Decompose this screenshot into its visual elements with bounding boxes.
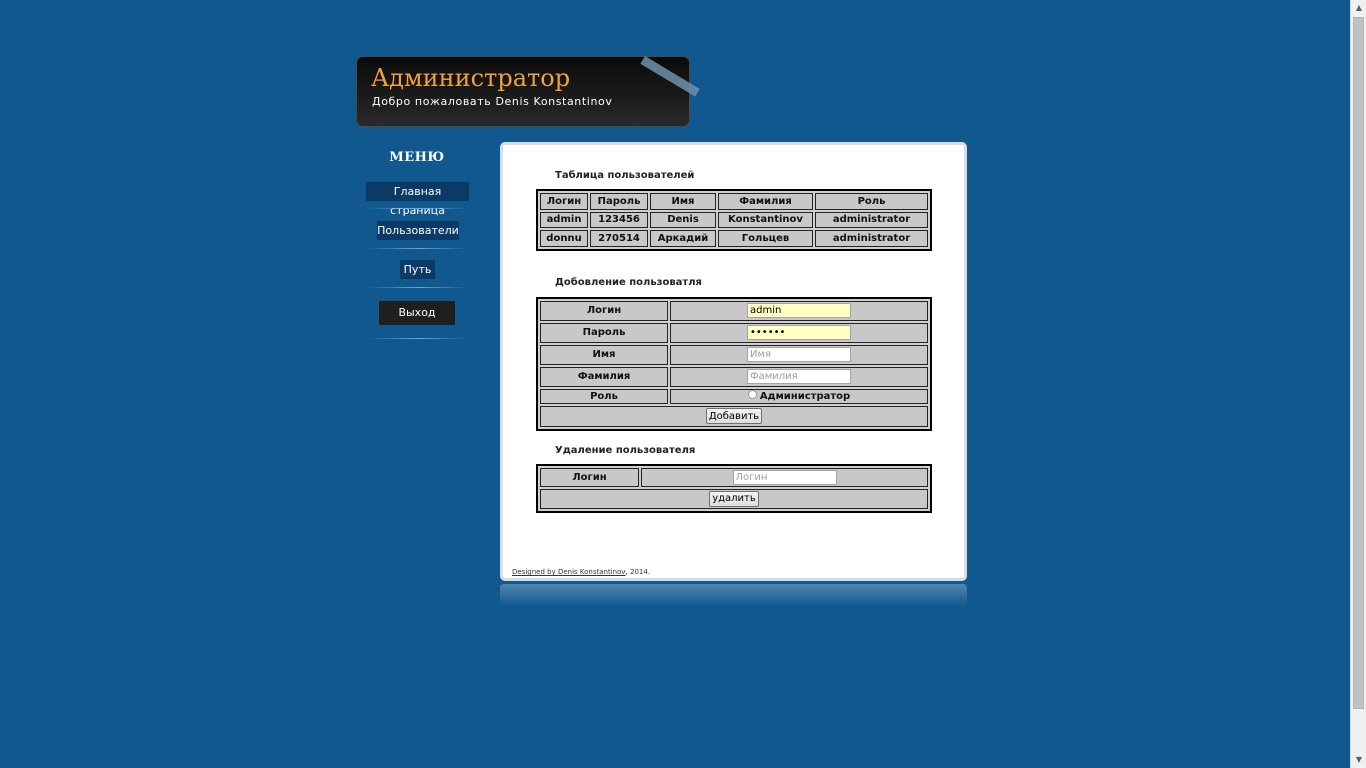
designer-link[interactable]: Designed by Denis Konstantinov [512,568,626,576]
menu-item-home[interactable]: Главная страница [366,182,469,217]
column-header: Имя [650,193,716,210]
welcome-text: Добро пожаловать Denis Konstantinov [372,95,613,108]
password-field[interactable] [747,325,851,341]
surname-field[interactable] [747,369,851,385]
table-row: donnu 270514 Аркадий Гольцев administrat… [540,230,928,247]
table-cell: Konstantinov [718,211,813,229]
menu-divider [368,208,468,209]
add-user-button[interactable]: Добавить [705,408,763,425]
table-cell: Аркадий [650,230,716,247]
form-row: Логин [540,468,928,487]
menu-divider [368,248,468,249]
users-table: Логин Пароль Имя Фамилия Роль admin 1234… [536,189,932,251]
form-row: удалить [540,488,928,509]
role-label: Роль [540,388,668,404]
password-label: Пароль [540,322,668,343]
add-user-form: Логин Пароль Имя Фамилия Роль Администра… [536,297,932,431]
form-row: Логин [540,301,928,321]
surname-label: Фамилия [540,366,668,387]
menu-divider [368,338,468,339]
footer-year: , 2014. [625,568,651,576]
form-row: Роль Администратор [540,388,928,404]
menu-item-users[interactable]: Пользователи [377,221,459,240]
form-cell [670,344,928,365]
login-field[interactable] [747,303,851,319]
role-option-label: Администратор [759,390,851,402]
table-cell: admin [540,211,588,229]
delete-user-button[interactable]: удалить [709,490,759,507]
table-cell: Denis [650,211,716,229]
delete-user-form: Логин удалить [536,464,932,513]
scrollbar-thumb[interactable] [1353,17,1364,709]
users-table-title: Таблица пользователей [555,170,695,181]
menu-item-path[interactable]: Путь [400,260,435,279]
menu-divider [368,287,468,288]
form-row: Фамилия [540,366,928,387]
table-row: admin 123456 Denis Konstantinov administ… [540,211,928,229]
column-header: Фамилия [718,193,813,210]
menu-title: МЕНЮ [389,150,445,165]
delete-login-field[interactable] [732,469,837,485]
table-header-row: Логин Пароль Имя Фамилия Роль [540,193,928,210]
site-header: Администратор Добро пожаловать Denis Kon… [356,56,690,127]
table-cell: donnu [540,230,588,247]
form-row: Имя [540,344,928,365]
column-header: Логин [540,193,588,210]
page-scrollbar[interactable]: ▲ ▼ [1350,0,1366,768]
column-header: Пароль [590,193,648,210]
page-title: Администратор [371,64,571,92]
name-field[interactable] [747,347,851,363]
role-radio-administrator[interactable] [747,389,757,399]
form-cell: Добавить [540,405,928,427]
form-row: Пароль [540,322,928,343]
form-cell [641,468,928,487]
delete-login-label: Логин [540,468,639,487]
footer: Designed by Denis Konstantinov, 2014. [512,568,650,576]
logout-button[interactable]: Выход [379,301,455,325]
name-label: Имя [540,344,668,365]
scroll-down-arrow-icon[interactable]: ▼ [1351,752,1366,768]
table-cell: 123456 [590,211,648,229]
form-cell: удалить [540,488,928,509]
form-row: Добавить [540,405,928,427]
column-header: Роль [815,193,928,210]
table-cell: Гольцев [718,230,813,247]
login-label: Логин [540,301,668,321]
form-cell [670,366,928,387]
add-user-title: Добовление пользоватля [555,277,702,288]
table-cell: administrator [815,230,928,247]
form-cell [670,322,928,343]
panel-reflection [500,584,967,606]
form-cell [670,301,928,321]
delete-user-title: Удаление пользователя [555,445,696,456]
table-cell: administrator [815,211,928,229]
form-cell: Администратор [670,388,928,404]
table-cell: 270514 [590,230,648,247]
scroll-up-arrow-icon[interactable]: ▲ [1351,0,1366,16]
